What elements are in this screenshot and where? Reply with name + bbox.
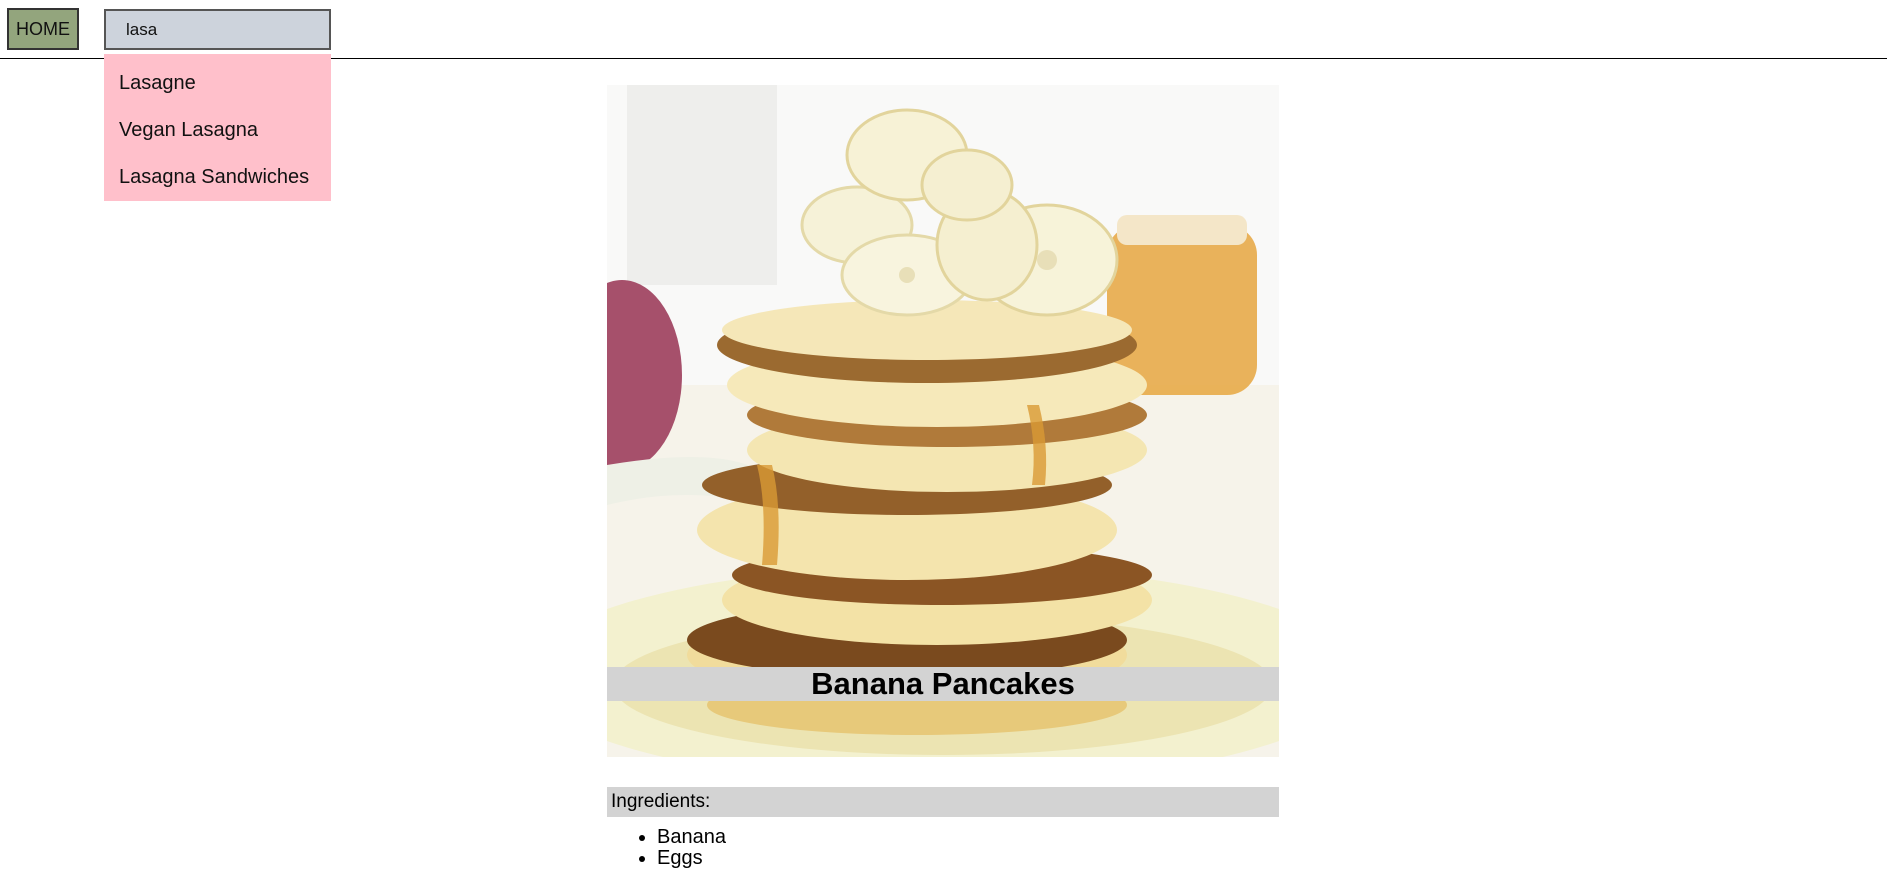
ingredients-heading: Ingredients: bbox=[607, 787, 1279, 817]
ingredients-list: Banana Eggs bbox=[607, 827, 1279, 869]
suggestion-item[interactable]: Lasagne bbox=[104, 60, 331, 107]
search-suggestions-dropdown: Lasagne Vegan Lasagna Lasagna Sandwiches bbox=[104, 54, 331, 201]
suggestion-item[interactable]: Vegan Lasagna bbox=[104, 107, 331, 154]
suggestion-item[interactable]: Lasagna Sandwiches bbox=[104, 154, 331, 201]
pancake-stack-illustration bbox=[607, 85, 1279, 757]
recipe-title: Banana Pancakes bbox=[607, 667, 1279, 701]
ingredient-item: Banana bbox=[657, 827, 1279, 848]
recipe-image[interactable]: Banana Pancakes bbox=[607, 85, 1279, 757]
home-button[interactable]: HOME bbox=[7, 8, 79, 50]
recipe-card: Banana Pancakes Ingredients: Banana Eggs bbox=[607, 85, 1279, 869]
search-input[interactable] bbox=[104, 9, 331, 50]
ingredient-item: Eggs bbox=[657, 848, 1279, 869]
top-nav-bar: HOME bbox=[0, 0, 1887, 59]
